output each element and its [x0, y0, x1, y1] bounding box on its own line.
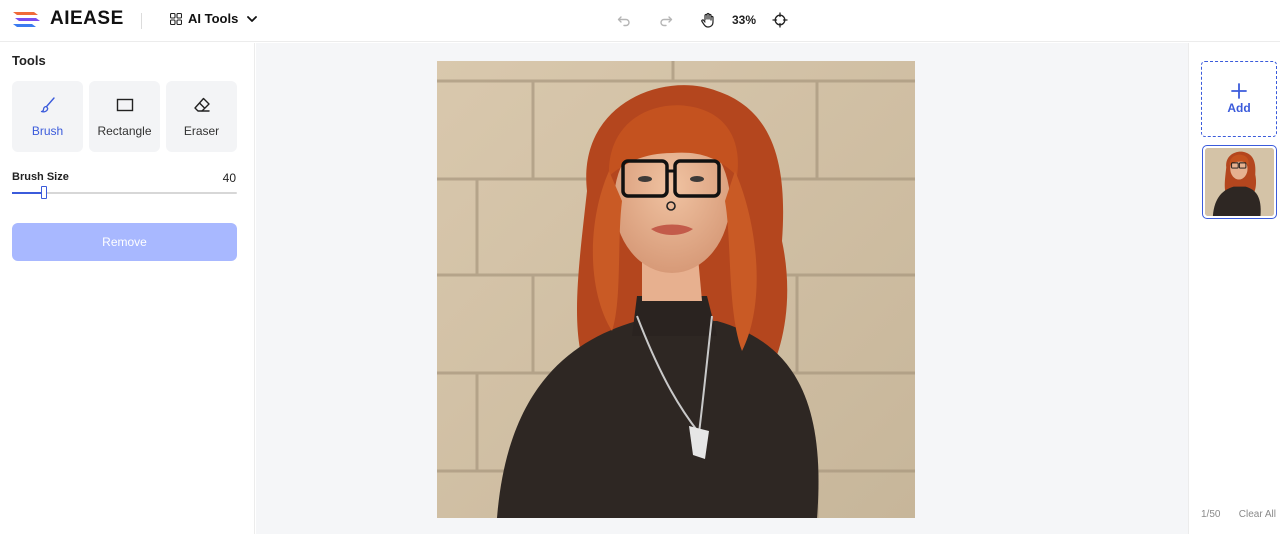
logo[interactable]: AIEASE [12, 8, 124, 30]
undo-icon [617, 16, 630, 27]
edited-photo[interactable] [437, 61, 915, 518]
portrait-image [437, 61, 915, 518]
brush-size-value: 40 [222, 171, 236, 185]
remove-button[interactable]: Remove [12, 223, 237, 261]
slider-thumb[interactable] [40, 186, 47, 199]
redo-icon [660, 16, 673, 27]
ai-tools-menu[interactable]: AI Tools [170, 11, 258, 26]
crosshair-icon [772, 12, 788, 28]
undo-button[interactable] [612, 9, 636, 31]
slider-fill [12, 192, 44, 194]
ai-tools-label: AI Tools [188, 11, 239, 26]
plus-icon [1231, 83, 1247, 99]
canvas-area[interactable] [256, 43, 1188, 534]
thumbnail-preview [1205, 148, 1274, 216]
redo-button[interactable] [654, 9, 678, 31]
fit-center-button[interactable] [768, 9, 792, 31]
thumbnail-image [1205, 148, 1274, 216]
chevron-down-icon [247, 15, 258, 22]
tools-panel: Tools Brush Rectangle Eraser Brush Size … [0, 43, 255, 534]
add-image-button[interactable]: Add [1201, 61, 1277, 137]
canvas-toolbar: 33% [612, 9, 792, 31]
image-thumbnail[interactable] [1202, 145, 1277, 219]
top-bar: AIEASE AI Tools 33% [0, 0, 1280, 42]
image-count: 1/50 [1201, 509, 1221, 520]
rectangle-tool-button[interactable]: Rectangle [89, 81, 160, 152]
grid-icon [170, 12, 182, 25]
rectangle-icon [116, 98, 133, 111]
tool-label: Rectangle [97, 123, 152, 138]
zoom-level[interactable]: 33% [726, 13, 762, 27]
eraser-tool-button[interactable]: Eraser [166, 81, 237, 152]
brush-size-label: Brush Size [12, 171, 69, 183]
hand-icon [701, 12, 714, 28]
logo-text: AIEASE [50, 8, 124, 29]
header-divider [141, 13, 142, 29]
brush-size-slider[interactable] [12, 186, 237, 199]
brush-icon [40, 96, 55, 112]
aiease-logo-icon [13, 12, 40, 27]
eraser-icon [193, 97, 210, 112]
tool-label: Eraser [183, 123, 220, 138]
add-label: Add [1227, 101, 1251, 115]
brush-tool-button[interactable]: Brush [12, 81, 83, 152]
images-panel: Add 1/50 Clear All [1188, 43, 1280, 534]
tool-label: Brush [31, 123, 64, 138]
hand-tool-button[interactable] [696, 9, 720, 31]
tools-title: Tools [12, 53, 46, 68]
clear-all-button[interactable]: Clear All [1239, 509, 1276, 520]
